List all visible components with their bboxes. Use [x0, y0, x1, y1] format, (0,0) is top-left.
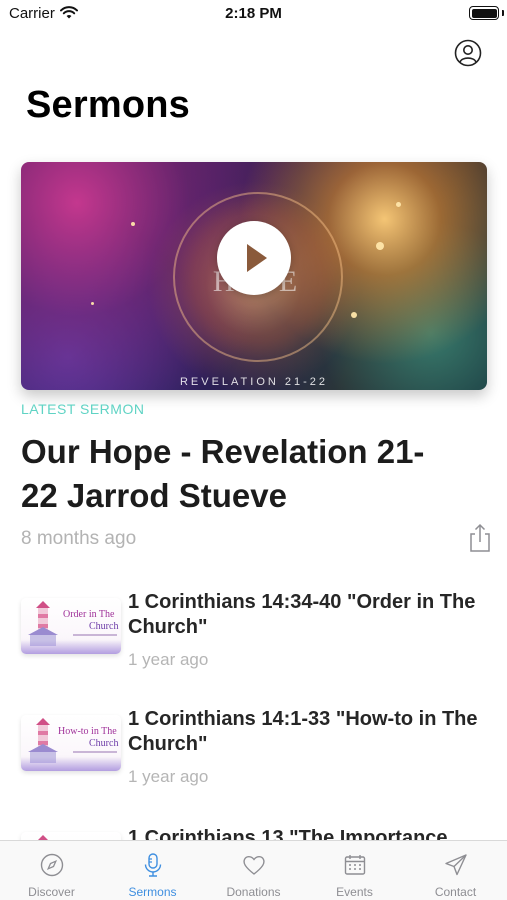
play-button[interactable] [217, 221, 291, 295]
status-time: 2:18 PM [225, 5, 282, 22]
play-icon [247, 244, 267, 272]
share-button[interactable] [468, 523, 492, 553]
latest-sermon-date: 8 months ago [21, 528, 137, 549]
hero-spark [91, 302, 94, 305]
microphone-icon [144, 853, 162, 877]
hero-spark [131, 222, 135, 226]
share-icon [470, 523, 490, 552]
compass-icon [40, 853, 64, 877]
latest-sermon-artwork[interactable]: HOPE REVELATION 21-22 [21, 162, 487, 390]
tab-sermons[interactable]: Sermons [102, 841, 203, 900]
hero-caption: REVELATION 21-22 [179, 376, 329, 388]
hero-spark [396, 202, 401, 207]
heart-icon [243, 855, 265, 875]
tab-label: Donations [226, 885, 281, 899]
list-item[interactable]: Order in The Church 1 Corinthians 14:34-4… [0, 590, 507, 690]
profile-button[interactable] [454, 39, 482, 67]
sermon-title: 1 Corinthians 14:1-33 "How-to in The Chu… [128, 708, 478, 755]
tab-label: Discover [28, 885, 75, 899]
battery-icon [469, 6, 499, 20]
sermon-title: 1 Corinthians 14:34-40 "Order in The Chu… [128, 591, 476, 638]
calendar-icon [344, 855, 366, 875]
tab-label: Sermons [128, 885, 177, 899]
sermon-date: 1 year ago [128, 767, 209, 786]
thumbnail-text: Order in The Church [63, 609, 119, 632]
thumbnail-wave [21, 757, 121, 771]
thumbnail-subtitle-line [73, 634, 117, 636]
tab-label: Contact [434, 885, 477, 899]
page-title: Sermons [26, 84, 191, 126]
hero-spark [351, 312, 357, 318]
tab-events[interactable]: Events [304, 841, 405, 900]
paper-plane-icon [445, 854, 467, 876]
tab-donations[interactable]: Donations [203, 841, 304, 900]
tab-bar: Discover Sermons Donations Events Contac… [0, 840, 507, 900]
thumbnail-wave [21, 640, 121, 654]
battery-nub [502, 10, 504, 16]
tab-label: Events [336, 885, 373, 899]
tab-discover[interactable]: Discover [1, 841, 102, 900]
list-item[interactable]: How-to in The Church 1 Corinthians 14:1-3… [0, 707, 507, 807]
sermon-date: 1 year ago [128, 650, 209, 669]
status-bar: Carrier 2:18 PM [0, 0, 507, 28]
thumbnail-subtitle-line [73, 751, 117, 753]
latest-sermon-label: LATEST SERMON [21, 401, 145, 417]
tab-contact[interactable]: Contact [405, 841, 506, 900]
sermon-thumbnail: How-to in The Church [21, 715, 121, 771]
sermon-thumbnail: Order in The Church [21, 598, 121, 654]
sermon-title: 1 Corinthians 13 "The Importance [128, 827, 448, 840]
sermon-thumbnail [21, 832, 121, 840]
hero-spark [376, 242, 384, 250]
list-item[interactable]: 1 Corinthians 13 "The Importance [0, 824, 507, 840]
latest-sermon-title[interactable]: Our Hope - Revelation 21-22 Jarrod Stuev… [21, 430, 451, 518]
thumbnail-text: How-to in The Church [58, 726, 119, 749]
person-circle-icon [454, 39, 482, 67]
